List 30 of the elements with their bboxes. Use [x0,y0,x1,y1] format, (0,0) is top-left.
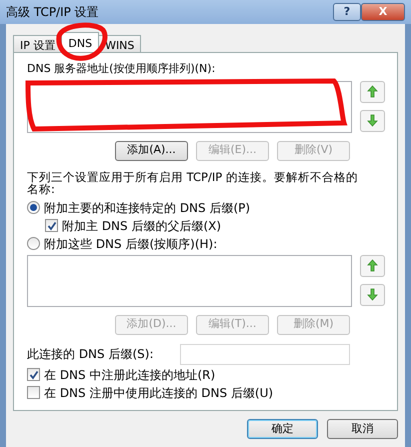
radio-button[interactable] [27,237,40,250]
window-title: 高级 TCP/IP 设置 [6,4,100,21]
help-button[interactable]: ? [333,3,361,21]
tab[interactable]: IP 设置 [13,35,62,52]
list-box[interactable] [27,254,352,306]
checkbox[interactable] [27,386,40,399]
up-arrow-icon [367,259,378,272]
radio-button[interactable] [27,201,40,214]
down-arrow-icon [367,114,378,127]
up-arrow-icon [367,85,378,98]
option-label: 在 DNS 中注册此连接的地址(R) [44,366,216,384]
checkbox[interactable] [27,368,40,381]
list-label: DNS 服务器地址(按使用顺序排列)(N): [27,61,216,77]
option-label: 附加这些 DNS 后缀(按顺序)(H): [44,236,218,252]
field-label: 此连接的 DNS 后缀(S): [27,346,154,363]
move-down-button[interactable] [360,284,385,306]
option-label: 在 DNS 注册中使用此连接的 DNS 后缀(U) [44,384,274,402]
action-button[interactable]: 添加(A)... [115,140,188,160]
move-up-button[interactable] [360,254,385,276]
option-label: 附加主 DNS 后缀的父后缀(X) [62,218,222,234]
down-arrow-icon [367,288,378,301]
cancel-button[interactable]: 取消 [327,419,398,439]
option-label: 附加主要的和连接特定的 DNS 后缀(P) [44,200,250,216]
checkbox[interactable] [45,219,58,232]
suffix-field[interactable] [180,344,350,364]
ok-button[interactable]: 确定 [247,419,318,439]
note-text: 下列三个设置应用于所有启用 TCP/IP 的连接。要解析不合格的名称: [27,170,359,194]
tab[interactable]: DNS [61,32,100,52]
move-up-button[interactable] [360,80,385,102]
move-down-button[interactable] [360,110,385,132]
